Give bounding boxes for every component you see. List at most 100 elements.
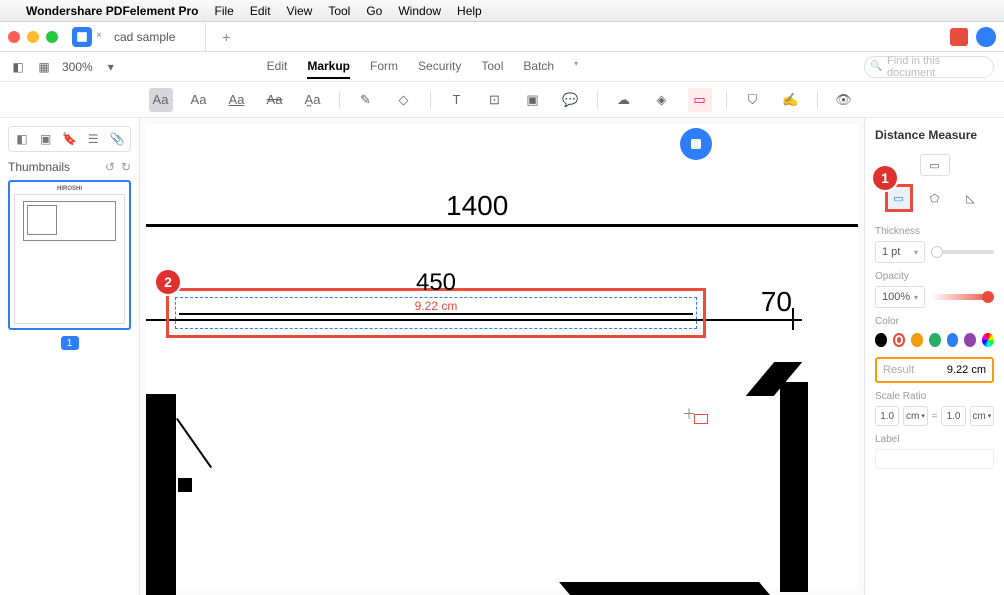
minimize-window-button[interactable] [27,31,39,43]
comment-icon[interactable]: 💬 [559,88,583,112]
close-window-button[interactable] [8,31,20,43]
ratio-to-unit[interactable]: cm▾ [970,406,994,426]
document-canvas[interactable]: 1400 70 450 9.22 cm ＋ [140,118,864,595]
measure-hint-icon [694,414,708,424]
mac-menubar: Wondershare PDFelement Pro File Edit Vie… [0,0,1004,22]
scale-ratio-row: 1.0 cm▾ = 1.0 cm▾ [875,406,994,426]
page-thumbnail[interactable]: HIROSHI [8,180,131,330]
ratio-equals: = [932,411,938,422]
result-value: 9.22 cm [947,364,986,376]
rotate-left-icon[interactable]: ↺ [105,160,115,174]
strikethrough-icon[interactable]: Aa [263,88,287,112]
dimension-70: 70 [761,286,792,318]
measurement-annotation[interactable]: 450 9.22 cm [166,288,706,338]
menu-file[interactable]: File [215,4,234,18]
stamp-icon[interactable]: ⛉ [741,88,765,112]
squiggly-icon[interactable]: A̰a [301,88,325,112]
floating-action-button[interactable] [680,128,712,160]
properties-panel: Distance Measure ▭ 1 ▭ ⬠ ◺ Thickness 1 p… [864,118,1004,595]
color-green[interactable] [929,333,941,347]
menu-tool[interactable]: Tool [328,4,350,18]
opacity-select[interactable]: 100%▾ [875,286,925,308]
callout-icon[interactable]: ⊡ [483,88,507,112]
underline-icon[interactable]: Aa [225,88,249,112]
batch-dropdown-icon[interactable]: ▾ [574,55,578,79]
color-red[interactable] [893,333,905,347]
list-mode-icon[interactable]: ☰ [85,131,101,147]
thumbnails-title: Thumbnails [8,160,70,174]
thickness-slider[interactable] [931,250,994,254]
menu-go[interactable]: Go [366,4,382,18]
rotate-right-icon[interactable]: ↻ [121,160,131,174]
menu-window[interactable]: Window [398,4,441,18]
measurement-result-label: 9.22 cm [415,299,458,313]
tab-security[interactable]: Security [418,55,461,79]
sidebar-mode-switcher: ◧ ▣ 🔖 ☰ 📎 [8,126,131,152]
tab-close-icon[interactable]: × [96,30,102,41]
label-label: Label [875,434,994,445]
hide-annotations-icon[interactable]: 👁 [832,88,856,112]
traffic-lights [8,31,58,43]
eraser-icon[interactable]: ◇ [392,88,416,112]
label-input[interactable] [875,449,994,469]
menu-view[interactable]: View [287,4,313,18]
thickness-label: Thickness [875,226,994,237]
zoom-level[interactable]: 300% [62,60,93,74]
opacity-slider[interactable] [931,294,994,300]
tag-icon[interactable]: ◈ [650,88,674,112]
color-orange[interactable] [911,333,923,347]
panel-title: Distance Measure [875,128,994,142]
ratio-from-value[interactable]: 1.0 [875,406,899,426]
shape-icon[interactable]: ☁ [612,88,636,112]
area-tool-icon[interactable]: ◺ [957,184,985,212]
textbox-icon[interactable]: T [445,88,469,112]
layers-mode-icon[interactable]: ▣ [38,131,54,147]
menu-edit[interactable]: Edit [250,4,271,18]
color-label: Color [875,316,994,327]
callout-badge-2: 2 [154,268,182,296]
markup-toolbar: Aa Aa Aa Aa A̰a ✎ ◇ T ⊡ ▣ 💬 ☁ ◈ ▭ ⛉ ✍ 👁 [0,82,1004,118]
thumbnails-mode-icon[interactable]: ◧ [14,131,30,147]
menu-help[interactable]: Help [457,4,482,18]
color-purple[interactable] [964,333,976,347]
tab-markup[interactable]: Markup [307,55,350,79]
window-titlebar: × cad sample + [0,22,1004,52]
scale-ratio-label: Scale Ratio [875,391,994,402]
user-avatar-icon[interactable] [976,27,996,47]
color-black[interactable] [875,333,887,347]
note-icon[interactable]: ▣ [521,88,545,112]
measure-icon[interactable]: ▭ [688,88,712,112]
tab-batch[interactable]: Batch [523,55,554,79]
result-label: Result [883,364,914,376]
tab-tool[interactable]: Tool [481,55,503,79]
perimeter-tool-icon[interactable]: ⬠ [921,184,949,212]
search-input[interactable]: Find in this document [864,56,994,78]
dimension-1400: 1400 [446,190,508,222]
color-picker-icon[interactable] [982,333,994,347]
color-swatches [875,333,994,347]
sidebar-toggle-icon[interactable]: ◧ [10,59,26,75]
text-tool-icon[interactable]: Aa [187,88,211,112]
ratio-from-unit[interactable]: cm▾ [903,406,927,426]
attachment-mode-icon[interactable]: 📎 [109,131,125,147]
measure-mode-icon[interactable]: ▭ [920,154,950,176]
dimension-450: 450 [416,269,456,297]
app-name[interactable]: Wondershare PDFelement Pro [26,4,199,18]
tab-form[interactable]: Form [370,55,398,79]
document-tab[interactable]: × cad sample [102,23,206,51]
maximize-window-button[interactable] [46,31,58,43]
search-placeholder: Find in this document [887,55,985,79]
page-number-badge[interactable]: 1 [61,336,79,350]
highlight-text-icon[interactable]: Aa [149,88,173,112]
thickness-select[interactable]: 1 pt▾ [875,241,925,263]
signature-icon[interactable]: ✍ [779,88,803,112]
color-blue[interactable] [947,333,959,347]
new-tab-button[interactable]: + [212,29,240,45]
store-icon[interactable] [950,28,968,46]
pen-icon[interactable]: ✎ [354,88,378,112]
bookmark-mode-icon[interactable]: 🔖 [61,131,77,147]
tab-edit[interactable]: Edit [267,55,288,79]
ratio-to-value[interactable]: 1.0 [941,406,965,426]
grid-view-icon[interactable]: ▦ [36,59,52,75]
zoom-dropdown-icon[interactable]: ▾ [103,59,119,75]
